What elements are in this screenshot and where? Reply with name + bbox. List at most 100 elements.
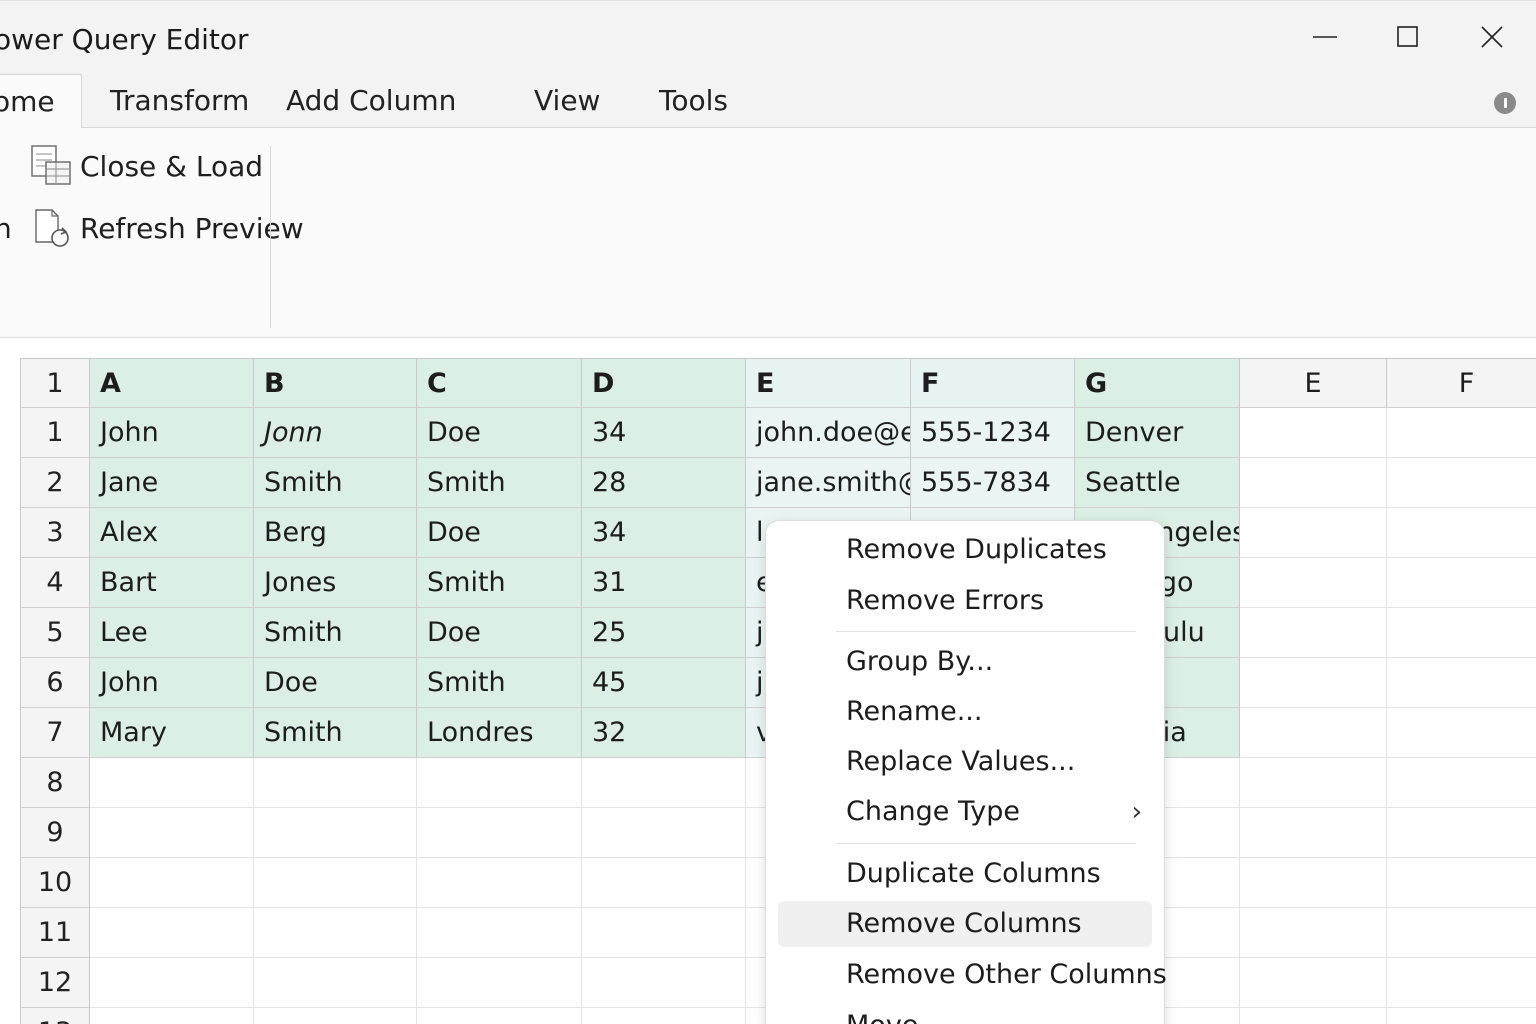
column-header[interactable]: F xyxy=(911,358,1075,408)
row-number[interactable]: 1 xyxy=(20,408,90,458)
column-header[interactable]: B xyxy=(254,358,417,408)
table-cell[interactable]: 34 xyxy=(582,508,746,558)
table-cell[interactable] xyxy=(254,1008,417,1024)
table-cell[interactable]: Smith xyxy=(254,608,417,658)
table-cell[interactable] xyxy=(90,908,254,958)
table-cell[interactable]: Smith xyxy=(417,658,582,708)
row-number[interactable]: 7 xyxy=(20,708,90,758)
table-cell[interactable] xyxy=(417,1008,582,1024)
tab-add-column[interactable]: Add Column xyxy=(286,74,456,128)
table-cell[interactable] xyxy=(254,758,417,808)
row-number[interactable]: 5 xyxy=(20,608,90,658)
table-cell[interactable]: Denver xyxy=(1075,408,1240,458)
column-header[interactable]: F xyxy=(1387,358,1536,408)
menu-item-replace-values[interactable]: Replace Values... xyxy=(778,739,1152,785)
table-cell[interactable]: 32 xyxy=(582,708,746,758)
table-cell[interactable] xyxy=(1387,758,1536,808)
table-cell[interactable] xyxy=(582,808,746,858)
table-cell[interactable]: John xyxy=(90,658,254,708)
table-cell[interactable] xyxy=(417,958,582,1008)
table-cell[interactable] xyxy=(1240,408,1387,458)
table-cell[interactable]: Jonn xyxy=(254,408,417,458)
table-cell[interactable]: 28 xyxy=(582,458,746,508)
table-cell[interactable]: 555-1234 xyxy=(911,408,1075,458)
table-cell[interactable]: Doe xyxy=(417,508,582,558)
table-cell[interactable] xyxy=(90,808,254,858)
table-cell[interactable] xyxy=(417,808,582,858)
column-header[interactable]: G xyxy=(1075,358,1240,408)
table-cell[interactable]: Alex xyxy=(90,508,254,558)
table-cell[interactable] xyxy=(1387,608,1536,658)
menu-item-remove-duplicates[interactable]: Remove Duplicates xyxy=(778,527,1152,573)
table-cell[interactable] xyxy=(1240,658,1387,708)
table-cell[interactable] xyxy=(1387,658,1536,708)
row-number[interactable]: 10 xyxy=(20,858,90,908)
table-cell[interactable] xyxy=(582,858,746,908)
table-cell[interactable] xyxy=(1240,708,1387,758)
table-cell[interactable] xyxy=(1240,558,1387,608)
table-cell[interactable]: 31 xyxy=(582,558,746,608)
tab-tools[interactable]: Tools xyxy=(659,74,728,128)
table-cell[interactable] xyxy=(1240,758,1387,808)
table-cell[interactable] xyxy=(254,958,417,1008)
table-cell[interactable]: Berg xyxy=(254,508,417,558)
table-cell[interactable] xyxy=(1387,908,1536,958)
table-cell[interactable]: Doe xyxy=(417,408,582,458)
table-cell[interactable]: 34 xyxy=(582,408,746,458)
menu-item-change-type[interactable]: Change Type › xyxy=(778,789,1152,835)
table-cell[interactable] xyxy=(254,808,417,858)
menu-item-group-by[interactable]: Group By... xyxy=(778,639,1152,685)
table-cell[interactable]: 45 xyxy=(582,658,746,708)
column-header[interactable]: C xyxy=(417,358,582,408)
table-cell[interactable]: Londres xyxy=(417,708,582,758)
menu-item-remove-other-columns[interactable]: Remove Other Columns xyxy=(778,952,1167,998)
table-cell[interactable] xyxy=(417,908,582,958)
table-cell[interactable] xyxy=(1387,1008,1536,1024)
table-cell[interactable]: Doe xyxy=(254,658,417,708)
table-cell[interactable]: Seattle xyxy=(1075,458,1240,508)
table-cell[interactable]: john.doe@es xyxy=(746,408,911,458)
table-cell[interactable] xyxy=(1240,458,1387,508)
row-number[interactable]: 13 xyxy=(20,1008,90,1024)
info-icon[interactable] xyxy=(1494,92,1516,114)
table-cell[interactable] xyxy=(1240,858,1387,908)
row-number[interactable]: 9 xyxy=(20,808,90,858)
row-number[interactable]: 12 xyxy=(20,958,90,1008)
tab-transform[interactable]: Transform xyxy=(110,74,249,128)
tab-home[interactable]: ome xyxy=(0,74,82,129)
row-number[interactable]: 4 xyxy=(20,558,90,608)
column-header[interactable]: E xyxy=(1240,358,1387,408)
table-cell[interactable] xyxy=(90,1008,254,1024)
table-cell[interactable]: John xyxy=(90,408,254,458)
table-cell[interactable]: 555-7834 xyxy=(911,458,1075,508)
table-cell[interactable] xyxy=(417,858,582,908)
table-cell[interactable]: Smith xyxy=(254,708,417,758)
table-cell[interactable] xyxy=(1240,1008,1387,1024)
table-cell[interactable] xyxy=(1387,558,1536,608)
close-button[interactable] xyxy=(1462,15,1522,59)
table-cell[interactable] xyxy=(90,958,254,1008)
table-cell[interactable]: 25 xyxy=(582,608,746,658)
table-cell[interactable]: Doe xyxy=(417,608,582,658)
table-cell[interactable] xyxy=(254,858,417,908)
table-cell[interactable] xyxy=(1240,508,1387,558)
menu-item-duplicate-columns[interactable]: Duplicate Columns xyxy=(778,851,1152,897)
minimize-button[interactable] xyxy=(1295,15,1355,59)
menu-item-move[interactable]: Move xyxy=(778,1003,1152,1024)
table-cell[interactable] xyxy=(1387,708,1536,758)
table-cell[interactable] xyxy=(90,858,254,908)
table-cell[interactable] xyxy=(1240,908,1387,958)
table-cell[interactable] xyxy=(582,958,746,1008)
table-cell[interactable] xyxy=(1240,958,1387,1008)
row-number[interactable]: 3 xyxy=(20,508,90,558)
row-number[interactable]: 11 xyxy=(20,908,90,958)
table-cell[interactable]: Smith xyxy=(417,458,582,508)
column-header[interactable]: A xyxy=(90,358,254,408)
table-cell[interactable]: Jane xyxy=(90,458,254,508)
refresh-preview-button[interactable]: Refresh Preview xyxy=(32,206,304,250)
row-number[interactable]: 2 xyxy=(20,458,90,508)
table-cell[interactable] xyxy=(1387,508,1536,558)
menu-item-rename[interactable]: Rename... xyxy=(778,689,1152,735)
menu-item-remove-columns[interactable]: Remove Columns xyxy=(778,901,1152,947)
table-cell[interactable]: Bart xyxy=(90,558,254,608)
